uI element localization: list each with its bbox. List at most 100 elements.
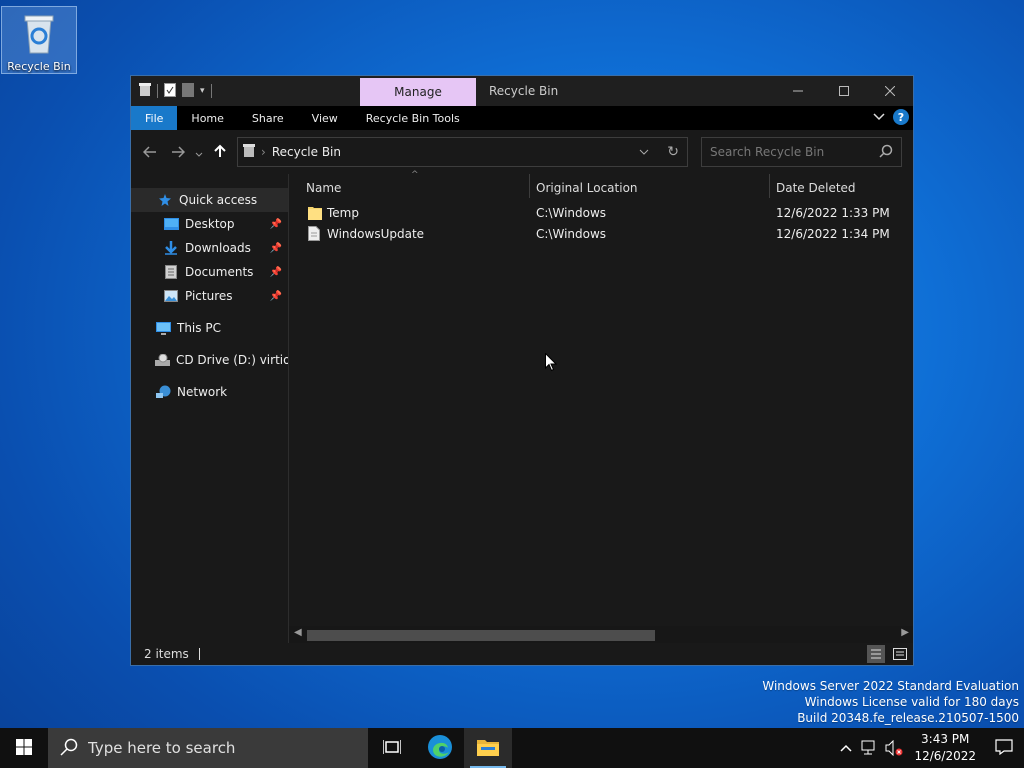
scroll-right-icon[interactable]: ▶ (901, 627, 909, 638)
tab-share[interactable]: Share (238, 106, 298, 130)
help-icon[interactable]: ? (893, 109, 909, 125)
row-name: Temp (327, 206, 359, 220)
recycle-bin-icon (21, 11, 57, 58)
desktop-icon-label: Recycle Bin (7, 60, 71, 73)
item-count: 2 items (144, 647, 189, 661)
expand-ribbon-icon[interactable] (873, 110, 885, 124)
horizontal-scrollbar[interactable]: ◀ ▶ (289, 626, 913, 643)
column-header-name[interactable]: Name (306, 181, 341, 195)
sidebar-item-label: Desktop (185, 217, 235, 231)
address-bar[interactable]: › Recycle Bin ↻ (237, 137, 688, 167)
clock-date: 12/6/2022 (914, 749, 976, 763)
search-box[interactable] (701, 137, 902, 167)
row-date: 12/6/2022 1:33 PM (776, 206, 890, 220)
window-title: Recycle Bin (489, 84, 559, 98)
watermark-build: Build 20348.fe_release.210507-1500 (797, 711, 1019, 725)
sidebar-item-label: Quick access (179, 193, 258, 207)
properties-icon[interactable] (164, 82, 176, 100)
notification-icon (995, 738, 1013, 758)
maximize-button[interactable] (821, 76, 867, 106)
quick-access-toolbar: ▾ (131, 76, 212, 106)
sidebar-item-network[interactable]: Network (131, 380, 288, 404)
star-icon (157, 192, 173, 208)
watermark-edition: Windows Server 2022 Standard Evaluation (762, 679, 1019, 693)
large-icons-view-icon[interactable] (891, 645, 909, 663)
mouse-cursor-icon (545, 352, 558, 375)
row-location: C:\Windows (536, 227, 607, 241)
recycle-bin-small-icon (139, 82, 151, 100)
chevron-down-icon[interactable] (639, 147, 649, 158)
table-row[interactable]: Temp C:\Windows 12/6/2022 1:33 PM (289, 203, 913, 224)
recycle-bin-small-icon (243, 143, 255, 161)
edge-browser-icon (427, 734, 453, 763)
folder-icon (308, 205, 322, 223)
new-folder-icon[interactable] (182, 82, 194, 100)
pin-icon: 📌 (269, 218, 282, 230)
sidebar-item-label: CD Drive (D:) virtio-w (176, 353, 288, 367)
sidebar-item-documents[interactable]: Documents 📌 (131, 260, 288, 284)
tab-recycle-bin-tools[interactable]: Recycle Bin Tools (352, 106, 474, 130)
divider (198, 648, 200, 660)
clock[interactable]: 3:43 PM 12/6/2022 (914, 731, 976, 765)
network-status-icon[interactable] (858, 740, 882, 756)
column-headers: ^ Name Original Location Date Deleted (289, 170, 913, 202)
divider (210, 84, 212, 98)
navigation-bar: › Recycle Bin ↻ (131, 130, 913, 174)
close-button[interactable] (867, 76, 913, 106)
start-button[interactable] (0, 728, 48, 768)
column-header-date-deleted[interactable]: Date Deleted (776, 181, 856, 195)
tab-home[interactable]: Home (177, 106, 237, 130)
sidebar-item-cd-drive[interactable]: CD Drive (D:) virtio-w (131, 348, 288, 372)
column-divider[interactable] (769, 174, 770, 198)
breadcrumb[interactable]: Recycle Bin (272, 145, 341, 159)
taskbar-search-input[interactable] (88, 739, 348, 757)
scrollbar-thumb[interactable] (307, 630, 655, 641)
computer-icon (155, 320, 171, 336)
sidebar-item-pictures[interactable]: Pictures 📌 (131, 284, 288, 308)
edge-button[interactable] (416, 728, 464, 768)
sort-up-icon: ^ (411, 170, 419, 180)
search-input[interactable] (710, 145, 870, 159)
refresh-icon[interactable]: ↻ (667, 144, 679, 160)
details-view-icon[interactable] (867, 645, 885, 663)
minimize-button[interactable] (775, 76, 821, 106)
volume-muted-icon[interactable] (882, 740, 906, 756)
search-icon[interactable] (879, 144, 893, 161)
back-button[interactable] (136, 143, 164, 162)
pin-icon: 📌 (269, 242, 282, 254)
desktop-icon-recycle-bin[interactable]: Recycle Bin (1, 6, 77, 74)
chevron-right-icon[interactable]: › (261, 145, 266, 159)
sidebar-item-label: Pictures (185, 289, 233, 303)
cd-drive-icon (155, 352, 170, 368)
file-list: ^ Name Original Location Date Deleted Te… (289, 170, 913, 643)
tab-view[interactable]: View (298, 106, 352, 130)
tab-manage[interactable]: Manage (360, 78, 476, 106)
sidebar-item-quick-access[interactable]: Quick access (131, 188, 288, 212)
row-name: WindowsUpdate (327, 227, 425, 241)
sidebar-item-this-pc[interactable]: This PC (131, 316, 288, 340)
pin-icon: 📌 (269, 266, 282, 278)
notification-center-button[interactable] (984, 738, 1024, 758)
sidebar-item-label: This PC (177, 321, 221, 335)
sidebar-item-downloads[interactable]: Downloads 📌 (131, 236, 288, 260)
scroll-left-icon[interactable]: ◀ (294, 627, 302, 638)
forward-button[interactable] (164, 143, 192, 162)
recent-locations-button[interactable] (192, 143, 206, 162)
chevron-up-icon[interactable] (834, 744, 858, 752)
column-divider[interactable] (529, 174, 530, 198)
picture-icon (163, 288, 179, 304)
sidebar-item-desktop[interactable]: Desktop 📌 (131, 212, 288, 236)
desktop-folder-icon (163, 216, 179, 232)
table-row[interactable]: WindowsUpdate C:\Windows 12/6/2022 1:34 … (289, 224, 913, 245)
customize-qat-icon[interactable]: ▾ (200, 86, 205, 96)
column-header-original-location[interactable]: Original Location (536, 181, 638, 195)
taskbar-search[interactable] (48, 728, 368, 768)
status-bar: 2 items (131, 643, 913, 665)
watermark-license: Windows License valid for 180 days (804, 695, 1019, 709)
task-view-button[interactable] (368, 728, 416, 768)
taskbar: 3:43 PM 12/6/2022 (0, 728, 1024, 768)
file-explorer-button[interactable] (464, 728, 512, 768)
up-button[interactable] (206, 143, 234, 162)
tab-file[interactable]: File (131, 106, 178, 130)
title-bar: ▾ Manage Recycle Bin (131, 76, 913, 106)
